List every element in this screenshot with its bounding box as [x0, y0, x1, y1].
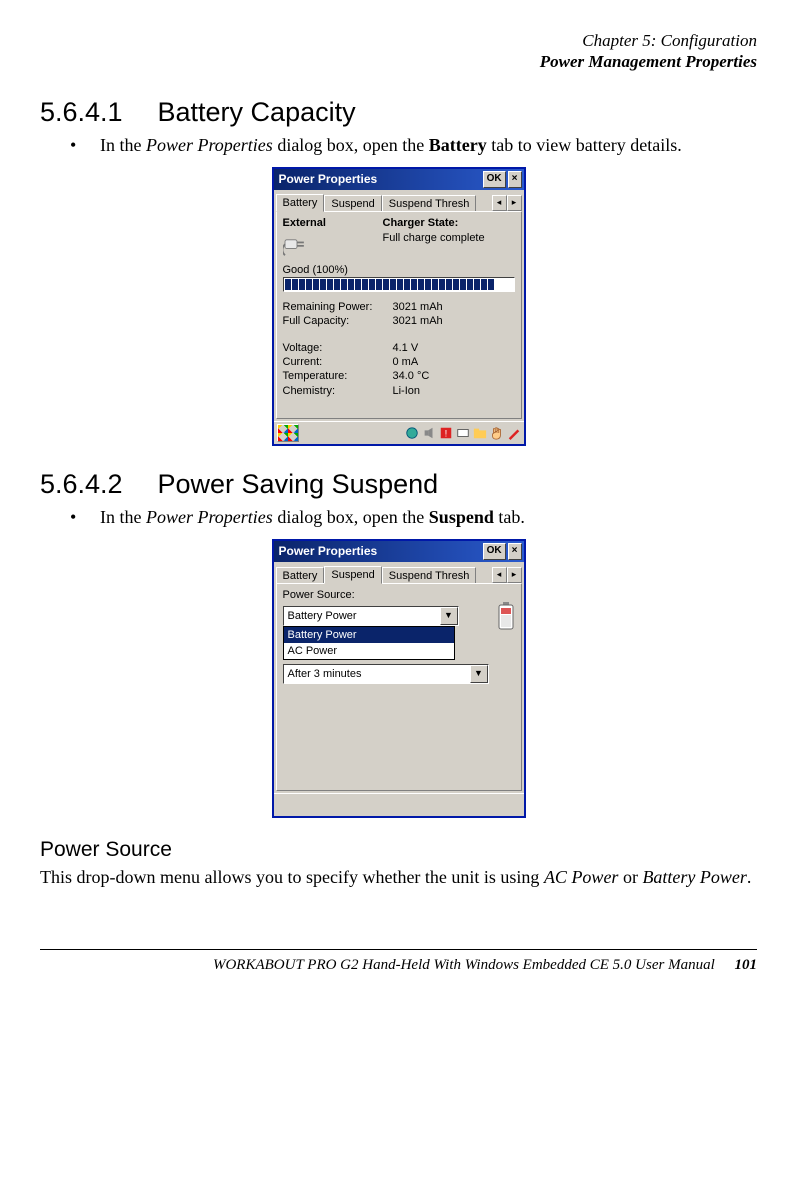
- dialog-body: External Charger State: Full charge comp…: [276, 211, 522, 419]
- network-icon[interactable]: [405, 426, 419, 440]
- timeout-dropdown[interactable]: After 3 minutes ▼: [283, 664, 489, 684]
- full-capacity-label: Full Capacity:: [283, 314, 393, 328]
- chemistry-value: Li-Ion: [393, 384, 421, 398]
- timeout-value: After 3 minutes: [288, 667, 362, 681]
- plug-icon: [283, 233, 311, 257]
- alert-icon[interactable]: !: [439, 426, 453, 440]
- title-text: Power Properties: [279, 544, 378, 560]
- taskbar: !: [274, 421, 524, 444]
- charger-state-value: Full charge complete: [383, 231, 485, 245]
- tab-suspend-threshold[interactable]: Suspend Thresh: [382, 195, 477, 212]
- header-section: Power Management Properties: [40, 51, 757, 72]
- folder-icon[interactable]: [473, 426, 487, 440]
- remaining-power-value: 3021 mAh: [393, 300, 443, 314]
- ok-button[interactable]: OK: [483, 171, 506, 188]
- battery-icon: [497, 602, 515, 630]
- header-chapter: Chapter 5: Configuration: [40, 30, 757, 51]
- tab-scroll-left[interactable]: ◂: [492, 567, 507, 583]
- temperature-value: 34.0 °C: [393, 369, 430, 383]
- power-source-dropdown[interactable]: Battery Power ▼: [283, 606, 459, 626]
- page-footer: WORKABOUT PRO G2 Hand-Held With Windows …: [40, 949, 757, 976]
- voltage-label: Voltage:: [283, 341, 393, 355]
- start-button[interactable]: [277, 424, 299, 442]
- section-power-saving-suspend: 5.6.4.2 Power Saving Suspend: [40, 467, 757, 502]
- battery-good-label: Good (100%): [283, 263, 515, 277]
- battery-progress-bar: [283, 277, 515, 292]
- bullet-battery: In the Power Properties dialog box, open…: [70, 134, 757, 157]
- chemistry-label: Chemistry:: [283, 384, 393, 398]
- tab-battery[interactable]: Battery: [276, 194, 325, 212]
- tab-suspend[interactable]: Suspend: [324, 195, 381, 212]
- power-properties-dialog-suspend: Power Properties OK × Battery Suspend Su…: [272, 539, 526, 818]
- subsection-power-source: Power Source: [40, 836, 757, 863]
- tab-scroll-left[interactable]: ◂: [492, 195, 507, 211]
- footer-text: WORKABOUT PRO G2 Hand-Held With Windows …: [213, 957, 715, 973]
- tab-suspend-threshold[interactable]: Suspend Thresh: [382, 567, 477, 584]
- chevron-down-icon: ▼: [440, 607, 458, 625]
- tab-strip: Battery Suspend Suspend Thresh ◂ ▸: [274, 562, 524, 583]
- close-button[interactable]: ×: [508, 171, 522, 188]
- voltage-value: 4.1 V: [393, 341, 419, 355]
- power-source-options: Battery Power AC Power: [283, 626, 455, 661]
- page-number: 101: [735, 957, 758, 973]
- tab-strip: Battery Suspend Suspend Thresh ◂ ▸: [274, 190, 524, 211]
- section-battery-capacity: 5.6.4.1 Battery Capacity: [40, 95, 757, 130]
- volume-icon[interactable]: [422, 426, 436, 440]
- option-battery-power[interactable]: Battery Power: [284, 627, 454, 643]
- power-source-label: Power Source:: [283, 588, 491, 602]
- title-text: Power Properties: [279, 172, 378, 188]
- card-icon[interactable]: [456, 426, 470, 440]
- dialog-body: Power Source: Battery Power ▼ Battery Po…: [276, 583, 522, 791]
- current-label: Current:: [283, 355, 393, 369]
- power-source-body: This drop-down menu allows you to specif…: [40, 866, 757, 889]
- full-capacity-value: 3021 mAh: [393, 314, 443, 328]
- remaining-power-label: Remaining Power:: [283, 300, 393, 314]
- ok-button[interactable]: OK: [483, 543, 506, 560]
- temperature-label: Temperature:: [283, 369, 393, 383]
- chevron-down-icon: ▼: [470, 665, 488, 683]
- tab-battery[interactable]: Battery: [276, 567, 325, 584]
- tab-scroll-right[interactable]: ▸: [507, 567, 522, 583]
- titlebar[interactable]: Power Properties OK ×: [274, 541, 524, 562]
- system-tray: !: [405, 426, 521, 440]
- current-value: 0 mA: [393, 355, 419, 369]
- titlebar[interactable]: Power Properties OK ×: [274, 169, 524, 190]
- pen-icon[interactable]: [507, 426, 521, 440]
- close-button[interactable]: ×: [508, 543, 522, 560]
- tab-suspend[interactable]: Suspend: [324, 566, 381, 584]
- bullet-suspend: In the Power Properties dialog box, open…: [70, 506, 757, 529]
- svg-text:!: !: [444, 429, 447, 440]
- taskbar: [274, 793, 524, 816]
- hand-icon[interactable]: [490, 426, 504, 440]
- option-ac-power[interactable]: AC Power: [284, 643, 454, 659]
- charger-state-label: Charger State:: [383, 216, 485, 230]
- page-header: Chapter 5: Configuration Power Managemen…: [40, 30, 757, 73]
- power-source-value: Battery Power: [288, 609, 357, 623]
- external-label: External: [283, 216, 383, 230]
- tab-scroll-right[interactable]: ▸: [507, 195, 522, 211]
- power-properties-dialog-battery: Power Properties OK × Battery Suspend Su…: [272, 167, 526, 446]
